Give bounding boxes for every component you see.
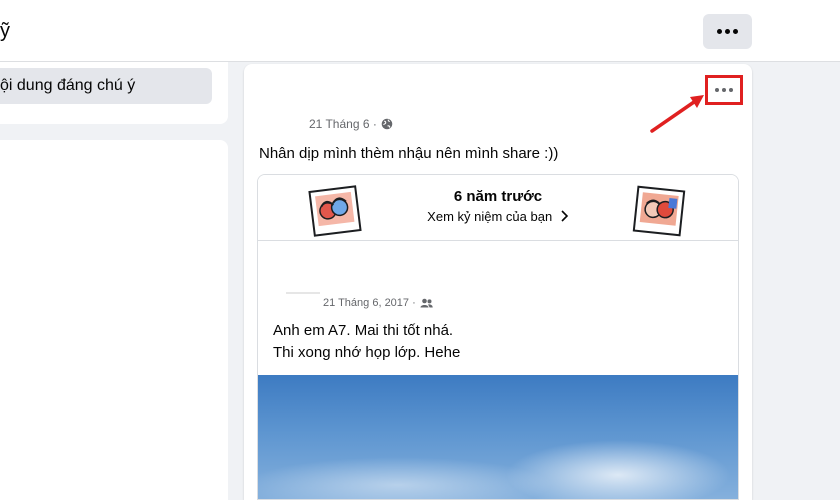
top-bar: ỹ xyxy=(0,0,840,62)
post-text: Nhân dịp mình thèm nhậu nên mình share :… xyxy=(259,145,559,162)
original-post-meta: 21 Tháng 6, 2017 · xyxy=(323,297,433,309)
page-title: ỹ xyxy=(0,20,10,42)
post-date[interactable]: 21 Tháng 6 · xyxy=(309,117,377,131)
memory-photo[interactable] xyxy=(258,375,738,499)
globe-icon xyxy=(381,118,393,130)
more-dots-icon xyxy=(717,29,738,34)
post-meta: 21 Tháng 6 · xyxy=(309,117,393,131)
sidebar-item-featured[interactable]: ội dung đáng chú ý xyxy=(0,68,212,104)
original-post-line: Anh em A7. Mai thi tốt nhá. xyxy=(273,322,454,339)
memory-banner[interactable]: 6 năm trước Xem kỷ niệm của bạn xyxy=(258,175,738,241)
original-post-line: Thi xong nhớ họp lớp. Hehe xyxy=(273,344,461,361)
friends-icon xyxy=(420,298,433,308)
header-more-button[interactable] xyxy=(703,14,752,49)
memory-photo-right-icon xyxy=(632,185,686,237)
memory-card[interactable]: 6 năm trước Xem kỷ niệm của bạn 21 Tháng… xyxy=(257,174,739,500)
post-more-options-button[interactable] xyxy=(705,75,743,105)
more-options-icon xyxy=(715,88,733,92)
sidebar-card-secondary xyxy=(0,140,228,500)
annotation-arrow-icon xyxy=(650,95,704,133)
chevron-right-icon xyxy=(561,210,568,222)
original-post-date[interactable]: 21 Tháng 6, 2017 · xyxy=(323,297,416,309)
view-memories-label: Xem kỷ niệm của bạn xyxy=(427,209,553,224)
blurred-author-name xyxy=(286,292,320,294)
